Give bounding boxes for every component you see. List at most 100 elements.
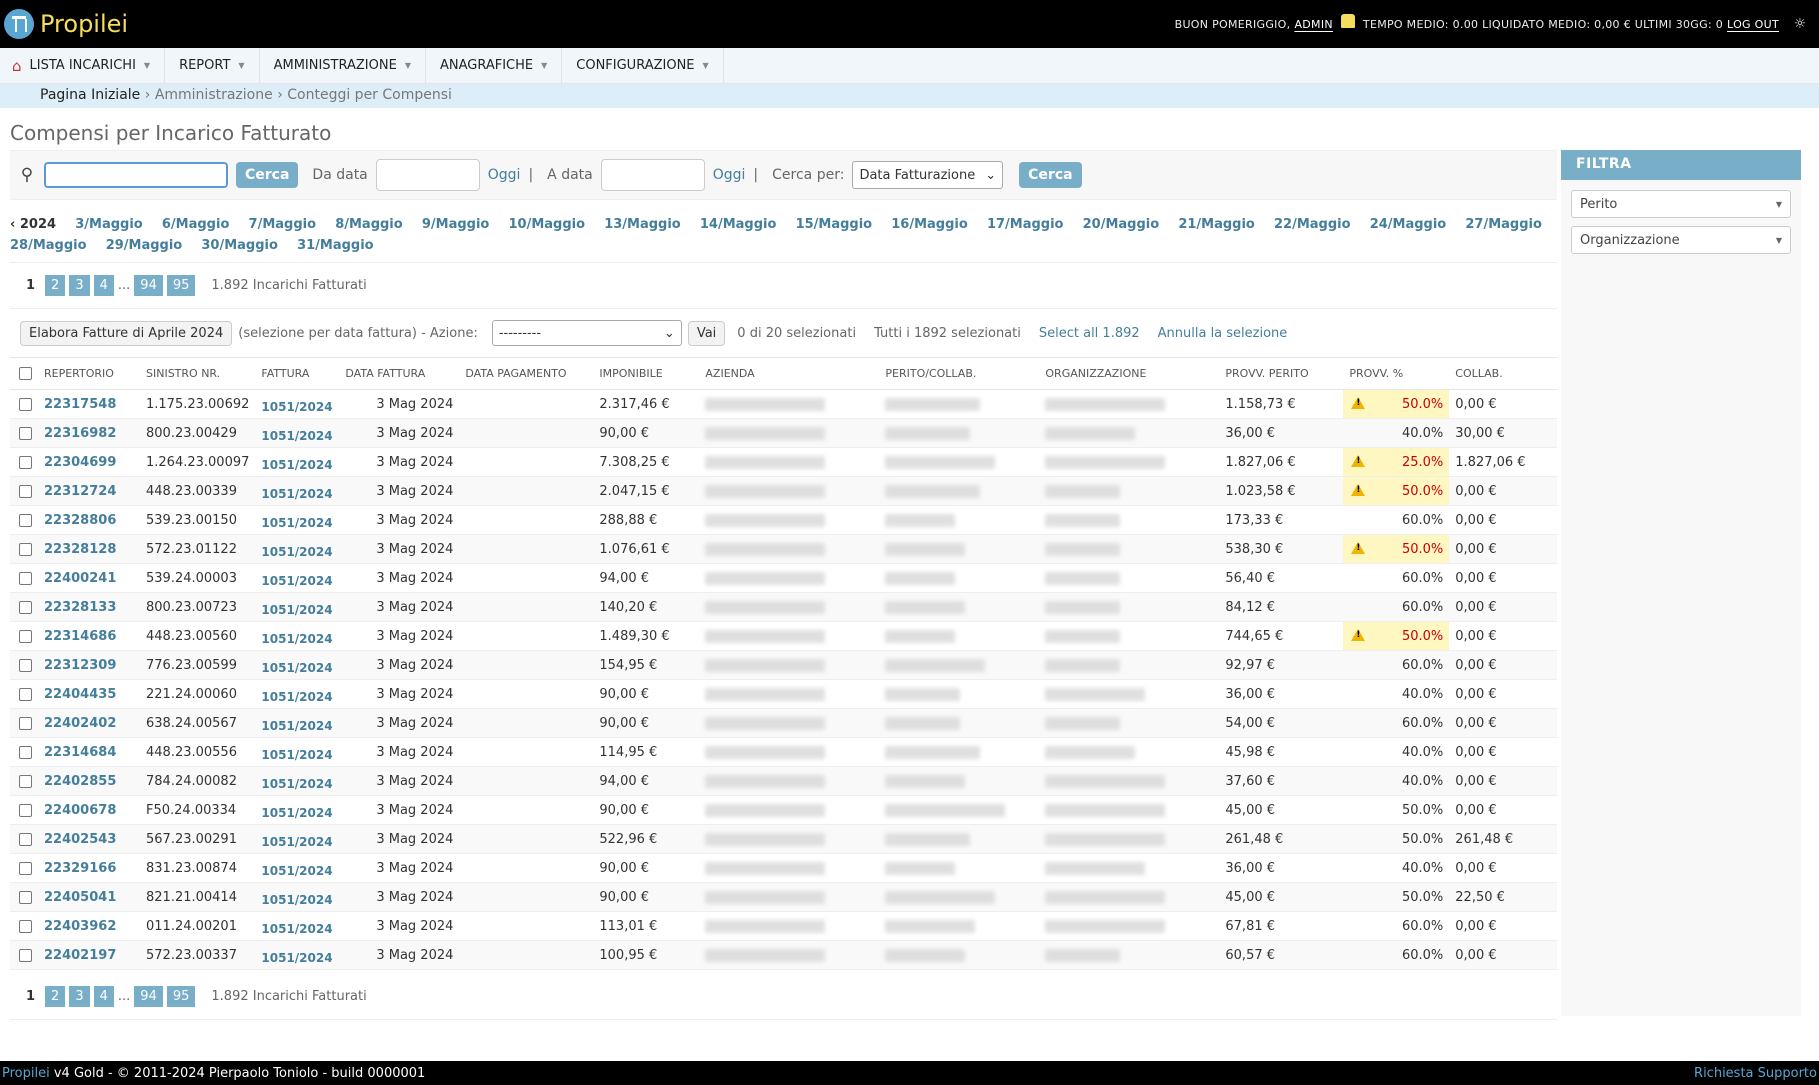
filter-organizzazione-select[interactable]: Organizzazione ▼ bbox=[1571, 226, 1791, 254]
fattura-link[interactable]: 1051/2024 bbox=[261, 835, 332, 849]
clear-selection-link[interactable]: Annulla la selezione bbox=[1158, 326, 1288, 341]
repertorio-link[interactable]: 22403962 bbox=[44, 919, 116, 934]
nav-report[interactable]: REPORT ▼ bbox=[165, 48, 260, 83]
date-link[interactable]: 17/Maggio bbox=[987, 217, 1064, 232]
nav-configurazione[interactable]: CONFIGURAZIONE ▼ bbox=[562, 48, 724, 83]
repertorio-link[interactable]: 22328128 bbox=[44, 542, 116, 557]
go-button[interactable]: Vai bbox=[687, 320, 726, 346]
row-checkbox[interactable] bbox=[19, 890, 32, 904]
row-checkbox[interactable] bbox=[19, 948, 32, 962]
repertorio-link[interactable]: 22405041 bbox=[44, 890, 116, 905]
fattura-link[interactable]: 1051/2024 bbox=[261, 864, 332, 878]
user-link[interactable]: ADMIN bbox=[1294, 18, 1332, 31]
search-by-select[interactable]: Data Fatturazione ⌄ bbox=[852, 161, 1004, 189]
row-checkbox[interactable] bbox=[19, 629, 32, 643]
filter-perito-select[interactable]: Perito ▼ bbox=[1571, 190, 1791, 218]
repertorio-link[interactable]: 22312724 bbox=[44, 484, 116, 499]
select-all-checkbox[interactable] bbox=[19, 367, 32, 381]
row-checkbox[interactable] bbox=[19, 716, 32, 730]
repertorio-link[interactable]: 22329166 bbox=[44, 861, 116, 876]
nav-amministrazione[interactable]: AMMINISTRAZIONE ▼ bbox=[260, 48, 426, 83]
theme-toggle-icon[interactable]: ☼ bbox=[1791, 16, 1809, 32]
fattura-link[interactable]: 1051/2024 bbox=[261, 516, 332, 530]
from-today-link[interactable]: Oggi bbox=[488, 167, 521, 183]
fattura-link[interactable]: 1051/2024 bbox=[261, 951, 332, 965]
date-link[interactable]: 15/Maggio bbox=[796, 217, 873, 232]
fattura-link[interactable]: 1051/2024 bbox=[261, 806, 332, 820]
row-checkbox[interactable] bbox=[19, 513, 32, 527]
col-header[interactable]: PERITO/COLLAB. bbox=[879, 357, 1040, 390]
col-header[interactable]: ORGANIZZAZIONE bbox=[1039, 357, 1220, 390]
elabora-fatture-button[interactable]: Elabora Fatture di Aprile 2024 bbox=[20, 320, 233, 346]
col-header[interactable]: DATA FATTURA bbox=[339, 357, 460, 390]
col-header[interactable]: DATA PAGAMENTO bbox=[459, 357, 594, 390]
repertorio-link[interactable]: 22316982 bbox=[44, 426, 116, 441]
fattura-link[interactable]: 1051/2024 bbox=[261, 429, 332, 443]
nav-lista-incarichi[interactable]: ⌂ LISTA INCARICHI ▼ bbox=[0, 48, 166, 83]
to-date-input[interactable] bbox=[600, 159, 705, 191]
col-header[interactable]: PROVV. % bbox=[1343, 357, 1450, 390]
repertorio-link[interactable]: 22314684 bbox=[44, 745, 116, 760]
fattura-link[interactable]: 1051/2024 bbox=[261, 545, 332, 559]
row-checkbox[interactable] bbox=[19, 861, 32, 875]
date-link[interactable]: 31/Maggio bbox=[297, 238, 374, 253]
date-link[interactable]: 9/Maggio bbox=[422, 217, 490, 232]
page-link[interactable]: 95 bbox=[166, 986, 196, 1007]
page-link[interactable]: 3 bbox=[69, 986, 90, 1007]
date-link[interactable]: 10/Maggio bbox=[509, 217, 586, 232]
row-checkbox[interactable] bbox=[19, 571, 32, 585]
repertorio-link[interactable]: 22314686 bbox=[44, 629, 116, 644]
col-header[interactable]: IMPONIBILE bbox=[593, 357, 700, 390]
fattura-link[interactable]: 1051/2024 bbox=[261, 487, 332, 501]
fattura-link[interactable]: 1051/2024 bbox=[261, 719, 332, 733]
fattura-link[interactable]: 1051/2024 bbox=[261, 777, 332, 791]
footer-brand-link[interactable]: Propilei bbox=[2, 1066, 50, 1081]
repertorio-link[interactable]: 22400678 bbox=[44, 803, 116, 818]
breadcrumb-amministrazione[interactable]: Amministrazione bbox=[155, 87, 273, 103]
date-link[interactable]: 13/Maggio bbox=[604, 217, 681, 232]
repertorio-link[interactable]: 22317548 bbox=[44, 397, 116, 412]
repertorio-link[interactable]: 22328133 bbox=[44, 600, 116, 615]
date-link[interactable]: 7/Maggio bbox=[249, 217, 317, 232]
col-header[interactable]: AZIENDA bbox=[699, 357, 880, 390]
fattura-link[interactable]: 1051/2024 bbox=[261, 922, 332, 936]
brand[interactable]: Propilei bbox=[4, 9, 128, 39]
row-checkbox[interactable] bbox=[19, 687, 32, 701]
repertorio-link[interactable]: 22402855 bbox=[44, 774, 116, 789]
repertorio-link[interactable]: 22404435 bbox=[44, 687, 116, 702]
col-header[interactable]: SINISTRO NR. bbox=[140, 357, 256, 390]
date-link[interactable]: 24/Maggio bbox=[1370, 217, 1447, 232]
date-link[interactable]: 6/Maggio bbox=[162, 217, 230, 232]
repertorio-link[interactable]: 22328806 bbox=[44, 513, 116, 528]
fattura-link[interactable]: 1051/2024 bbox=[261, 690, 332, 704]
to-today-link[interactable]: Oggi bbox=[713, 167, 746, 183]
repertorio-link[interactable]: 22402197 bbox=[44, 948, 116, 963]
date-link[interactable]: 28/Maggio bbox=[10, 238, 87, 253]
logout-link[interactable]: LOG OUT bbox=[1727, 18, 1779, 31]
date-link[interactable]: 22/Maggio bbox=[1274, 217, 1351, 232]
action-select[interactable]: --------- ⌄ bbox=[491, 320, 682, 346]
repertorio-link[interactable]: 22304699 bbox=[44, 455, 116, 470]
breadcrumb-home[interactable]: Pagina Iniziale bbox=[40, 87, 140, 103]
row-checkbox[interactable] bbox=[19, 426, 32, 440]
date-back-link[interactable]: ‹ 2024 bbox=[10, 217, 56, 232]
col-header[interactable]: REPERTORIO bbox=[38, 357, 140, 390]
col-header[interactable]: PROVV. PERITO bbox=[1219, 357, 1344, 390]
col-header[interactable]: FATTURA bbox=[255, 357, 340, 390]
row-checkbox[interactable] bbox=[19, 774, 32, 788]
date-link[interactable]: 29/Maggio bbox=[106, 238, 183, 253]
repertorio-link[interactable]: 22400241 bbox=[44, 571, 116, 586]
row-checkbox[interactable] bbox=[19, 658, 32, 672]
support-link[interactable]: Richiesta Supporto bbox=[1694, 1066, 1817, 1081]
date-link[interactable]: 16/Maggio bbox=[891, 217, 968, 232]
search-input[interactable] bbox=[44, 162, 228, 188]
date-link[interactable]: 30/Maggio bbox=[201, 238, 278, 253]
nav-anagrafiche[interactable]: ANAGRAFICHE ▼ bbox=[426, 48, 563, 83]
date-link[interactable]: 14/Maggio bbox=[700, 217, 777, 232]
date-link[interactable]: 3/Maggio bbox=[75, 217, 143, 232]
fattura-link[interactable]: 1051/2024 bbox=[261, 458, 332, 472]
page-link[interactable]: 94 bbox=[134, 275, 163, 296]
fattura-link[interactable]: 1051/2024 bbox=[261, 748, 332, 762]
date-link[interactable]: 27/Maggio bbox=[1465, 217, 1542, 232]
row-checkbox[interactable] bbox=[19, 484, 32, 498]
